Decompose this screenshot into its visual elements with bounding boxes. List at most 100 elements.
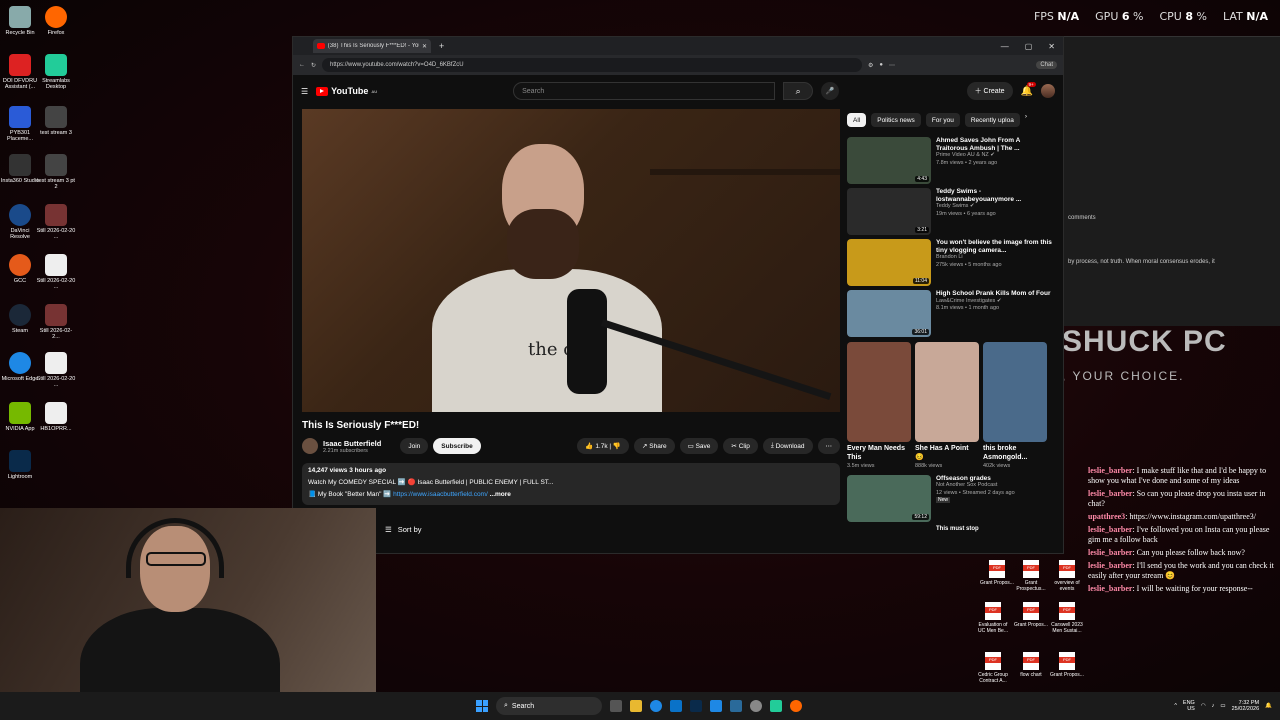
url-field[interactable]: https://www.youtube.com/watch?v=O4D_6KBf…	[322, 58, 863, 72]
search-input[interactable]: Search	[513, 82, 776, 100]
more-actions-icon[interactable]: ⋯	[817, 438, 840, 454]
desktop-file[interactable]: Grant Propos...	[1014, 602, 1048, 628]
taskbar-search[interactable]: ⌕ Search	[496, 697, 602, 715]
language-indicator[interactable]: ENG US	[1183, 700, 1195, 712]
desktop-icon[interactable]: PYB301 Placeme...	[0, 106, 40, 142]
chat-button[interactable]: Chat	[1036, 61, 1057, 69]
desktop-icon[interactable]: Still 2026-02-20 ...	[36, 254, 76, 290]
back-icon[interactable]: ←	[299, 62, 305, 68]
like-button[interactable]: 👍 1.7k | 👎	[577, 438, 630, 454]
desktop-icon[interactable]: Still 2026-02-20 ...	[36, 204, 76, 240]
desktop-file[interactable]: Carswell 2023 Men Sustai...	[1050, 602, 1084, 634]
desktop-icon[interactable]: Microsoft Edge	[0, 352, 40, 382]
background-window[interactable]: comments by process, not truth. When mor…	[1062, 36, 1280, 383]
profile-icon[interactable]: ●	[879, 62, 883, 68]
video-thumbnail[interactable]: 4:43	[847, 137, 931, 184]
battery-icon[interactable]: ▭	[1220, 703, 1225, 709]
close-window-icon[interactable]: ✕	[1048, 42, 1055, 51]
wifi-icon[interactable]: ◠	[1201, 703, 1206, 709]
short-item[interactable]: this broke Asmongold... 402k views	[983, 445, 1047, 471]
reload-icon[interactable]: ↻	[311, 62, 316, 69]
browser-tab[interactable]: (38) This Is Seriously F***ED! - You ✕	[313, 39, 431, 53]
desktop-icon[interactable]: Insta360 Studio	[0, 154, 40, 184]
file-explorer-icon[interactable]	[630, 700, 642, 712]
maximize-icon[interactable]: ▢	[1025, 42, 1033, 51]
menu-dots-icon[interactable]: ⋯	[889, 62, 895, 69]
clock[interactable]: 7:32 PM 25/02/2026	[1232, 700, 1260, 712]
desktop-file[interactable]: overview of events	[1050, 560, 1084, 592]
clip-button[interactable]: ✂ Clip	[723, 438, 758, 454]
short-thumbnail[interactable]	[847, 342, 911, 442]
recommended-video[interactable]: 11:04 You won't believe the image from t…	[847, 239, 1053, 290]
video-thumbnail[interactable]: 11:04	[847, 239, 931, 286]
desktop-file[interactable]: Evaluation of UC Men Be...	[976, 602, 1010, 634]
sort-by-button[interactable]: ☰ Sort by	[385, 525, 422, 534]
desktop-icon[interactable]: Still 2026-02-2...	[36, 304, 76, 340]
more-link[interactable]: ...more	[490, 491, 511, 498]
firefox-icon[interactable]	[790, 700, 802, 712]
channel-avatar[interactable]	[302, 438, 318, 454]
desktop-icon[interactable]: NVIDIA App	[0, 402, 40, 432]
video-thumbnail[interactable]: 36:01	[847, 290, 931, 337]
subscribe-button[interactable]: Subscribe	[433, 438, 481, 454]
video-thumbnail[interactable]: 3:21	[847, 188, 931, 235]
recommended-video[interactable]: 3:21 Teddy Swims - lostwannabeyouanymore…	[847, 188, 1053, 239]
youtube-logo[interactable]: YouTube AU	[316, 86, 377, 96]
minimize-icon[interactable]: —	[1001, 42, 1009, 51]
desktop-file[interactable]: flow chart	[1014, 652, 1048, 678]
app-icon[interactable]	[710, 700, 722, 712]
desktop-file[interactable]: Grant Prospectus...	[1014, 560, 1048, 592]
desktop-icon[interactable]: DaVinci Resolve	[0, 204, 40, 240]
desktop-file[interactable]: Grant Propos...	[980, 560, 1014, 586]
desktop-icon[interactable]: Still 2026-02-20 ...	[36, 352, 76, 388]
app-icon[interactable]	[730, 700, 742, 712]
recommended-video[interactable]: 36:01 High School Prank Kills Mom of Fou…	[847, 290, 1053, 341]
voice-search-button[interactable]: 🎤	[821, 82, 840, 100]
avatar[interactable]	[1041, 84, 1055, 98]
volume-icon[interactable]: ♪	[1212, 703, 1215, 709]
store-icon[interactable]	[670, 700, 682, 712]
desktop-icon[interactable]: Streamlabs Desktop	[36, 54, 76, 90]
create-button[interactable]: ＋ Create	[966, 82, 1013, 100]
desktop-icon[interactable]: test stream 3 pt 2	[36, 154, 76, 190]
desktop-icon[interactable]: HB1OPRR...	[36, 402, 76, 432]
next-video-hint[interactable]: This must stop	[936, 526, 1053, 532]
desktop-icon[interactable]: Steam	[0, 304, 40, 334]
desktop-file[interactable]: Grant Propos...	[1050, 652, 1084, 678]
desktop-icon[interactable]: GCC	[0, 254, 40, 284]
join-button[interactable]: Join	[400, 438, 429, 454]
description-link[interactable]: https://www.isaacbutterfield.com/	[393, 491, 488, 498]
desktop-file[interactable]: Cedric Group Contract A...	[976, 652, 1010, 684]
notification-bell-icon[interactable]: 🔔	[1265, 703, 1272, 709]
video-player[interactable]: the c	[302, 109, 840, 412]
chip-politics-news[interactable]: Politics news	[871, 113, 921, 127]
short-item[interactable]: Every Man Needs This 3.5m views	[847, 445, 911, 471]
chip-all[interactable]: All	[847, 113, 867, 127]
hamburger-menu-icon[interactable]: ☰	[301, 87, 308, 96]
task-view-icon[interactable]	[610, 700, 622, 712]
desktop-icon[interactable]: Firefox	[36, 6, 76, 36]
notifications-button[interactable]: 🔔 9+	[1021, 81, 1036, 97]
recommended-video[interactable]: 59:12 Offseason grades Not Another Sox Po…	[847, 474, 1053, 526]
channel-name[interactable]: Isaac Butterfield	[323, 439, 381, 448]
short-item[interactable]: She Has A Point 😣 888k views	[915, 445, 979, 471]
recommended-video[interactable]: 4:43 Ahmed Saves John From A Traitorous …	[847, 137, 1053, 188]
close-tab-icon[interactable]: ✕	[422, 43, 427, 50]
thumbs-down-icon[interactable]: | 👎	[608, 442, 621, 450]
edge-icon[interactable]	[650, 700, 662, 712]
share-button[interactable]: ↗ Share	[634, 438, 675, 454]
short-thumbnail[interactable]	[983, 342, 1047, 442]
chevron-up-icon[interactable]: ^	[1174, 703, 1177, 709]
download-button[interactable]: ⤓ Download	[762, 438, 813, 454]
save-button[interactable]: ▭ Save	[679, 438, 719, 454]
streamlabs-icon[interactable]	[770, 700, 782, 712]
windows-start-icon[interactable]	[476, 700, 488, 712]
desktop-icon[interactable]: Lightroom	[0, 450, 40, 480]
chip-for-you[interactable]: For you	[925, 113, 960, 127]
description-box[interactable]: 14,247 views 3 hours ago Watch My COMEDY…	[302, 463, 840, 505]
video-thumbnail[interactable]: 59:12	[847, 474, 931, 522]
short-thumbnail[interactable]	[915, 342, 979, 442]
search-button[interactable]: ⌕	[783, 82, 814, 100]
chip-recently-uploaded[interactable]: Recently uploa	[964, 113, 1020, 127]
desktop-icon[interactable]: test stream 3	[36, 106, 76, 136]
